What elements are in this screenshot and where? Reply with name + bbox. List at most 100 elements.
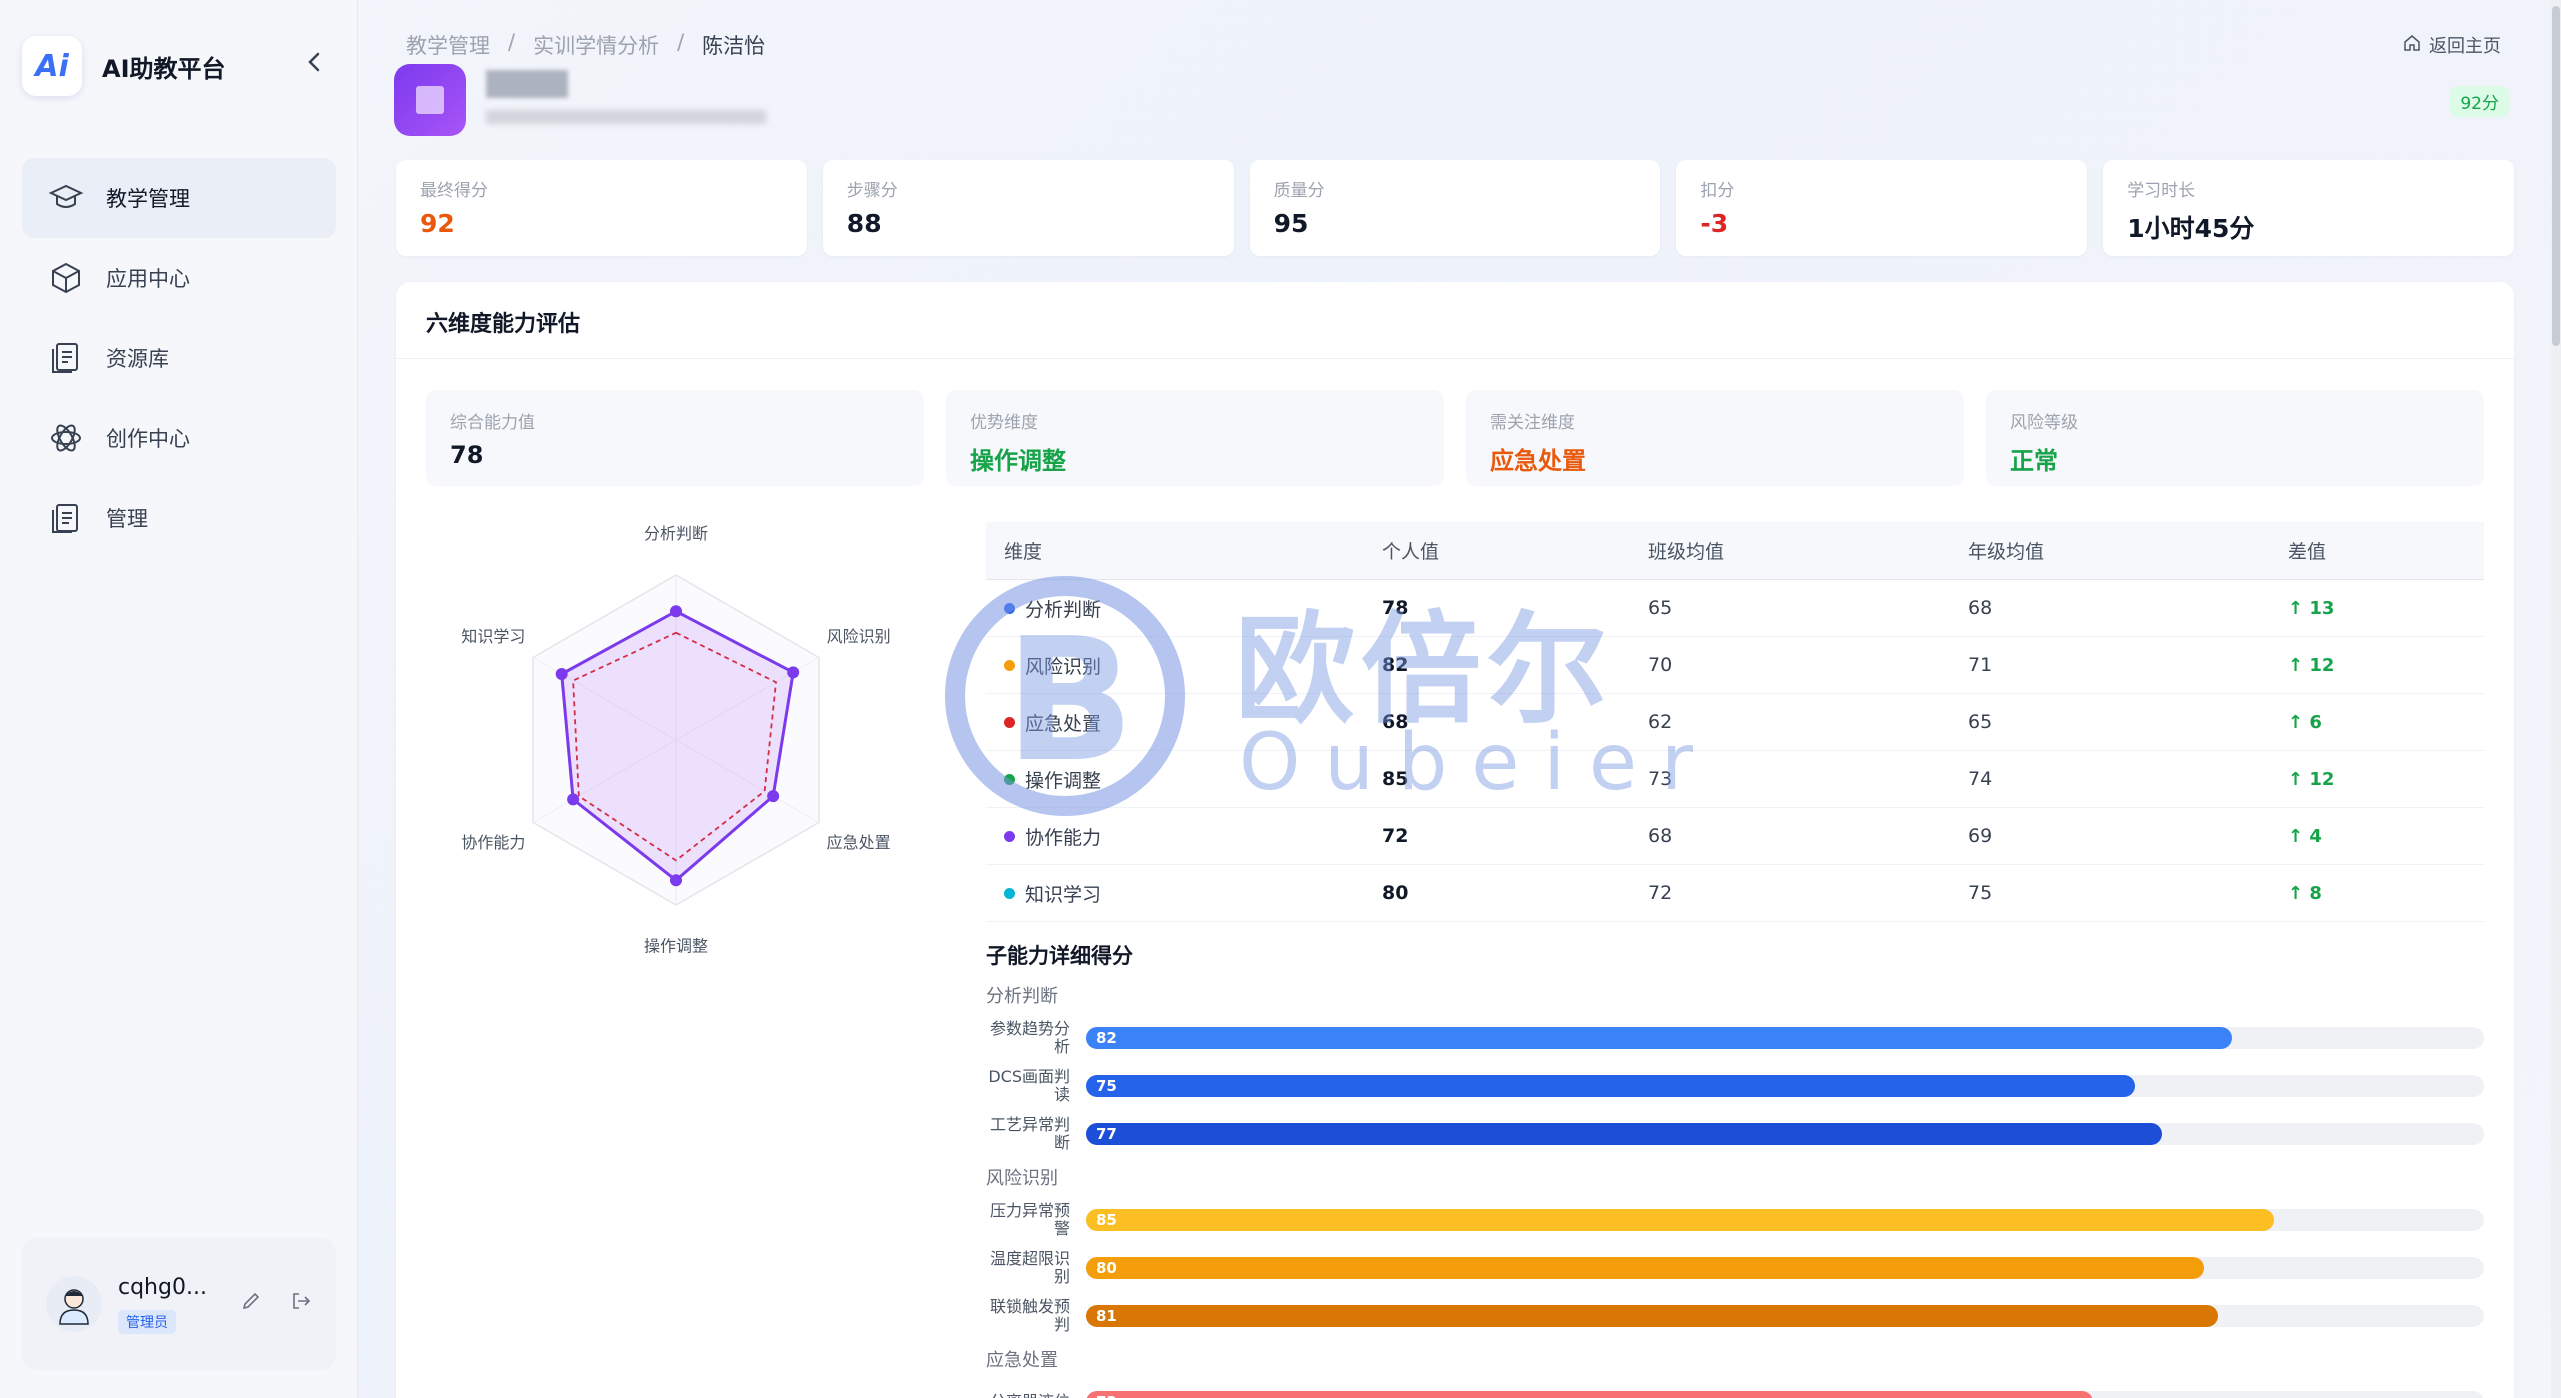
home-link[interactable]: 返回主页 xyxy=(2403,32,2501,58)
class-avg: 65 xyxy=(1648,597,1673,619)
table-row[interactable]: 知识学习 80 72 75 ↑ 8 xyxy=(986,865,2484,922)
column-header[interactable]: 个人值 xyxy=(1382,537,1648,564)
breadcrumb-item[interactable]: 实训学情分析 xyxy=(533,30,659,60)
sidebar-item-3[interactable]: 创作中心 xyxy=(22,398,336,478)
diff-value: ↑ 13 xyxy=(2288,597,2335,619)
class-avg: 70 xyxy=(1648,654,1673,676)
summary-label: 风险等级 xyxy=(2010,413,2078,433)
diff-value: ↑ 8 xyxy=(2288,882,2322,904)
sub-score-group: 应急处置 xyxy=(986,1350,1058,1371)
table-header: 维度 个人值 班级均值 年级均值 差值 xyxy=(986,522,2484,580)
summary-value: 78 xyxy=(450,441,484,469)
column-header[interactable]: 差值 xyxy=(2288,537,2484,564)
summary-value: 正常 xyxy=(2010,447,2058,475)
user-name: cqhg0... xyxy=(118,1274,207,1300)
bar-value: 85 xyxy=(1096,1211,1117,1229)
stat-card: 最终得分 92 xyxy=(396,160,807,256)
bar-fill[interactable]: 75 xyxy=(1086,1075,2135,1097)
summary-card: 需关注维度 应急处置 xyxy=(1466,390,1964,486)
breadcrumb-separator: / xyxy=(677,30,685,54)
bar-fill[interactable]: 72 xyxy=(1086,1391,2093,1398)
stat-card: 学习时长 1小时45分 xyxy=(2103,160,2514,256)
bar-fill[interactable]: 80 xyxy=(1086,1257,2205,1279)
avatar[interactable] xyxy=(46,1276,102,1332)
table-row[interactable]: 协作能力 72 68 69 ↑ 4 xyxy=(986,808,2484,865)
bar-track: 75 xyxy=(1086,1075,2484,1097)
radar-label: 应急处置 xyxy=(827,833,891,852)
radar-point[interactable] xyxy=(767,790,780,803)
sidebar-item-1[interactable]: 应用中心 xyxy=(22,238,336,318)
radar-point[interactable] xyxy=(670,605,682,618)
radar-chart: 分析判断风险识别应急处置操作调整 协作能力 知识学习 xyxy=(461,524,891,956)
radar-label: 操作调整 xyxy=(644,936,708,955)
dimension-name: 操作调整 xyxy=(1025,769,1102,792)
student-avatar xyxy=(394,64,466,136)
personal-value: 85 xyxy=(1382,768,1409,790)
table-row[interactable]: 风险识别 82 70 71 ↑ 12 xyxy=(986,637,2484,694)
scroll-thumb[interactable] xyxy=(2552,6,2560,346)
bar-track: 80 xyxy=(1086,1257,2484,1279)
bar-value: 72 xyxy=(1096,1393,1117,1398)
bar-fill[interactable]: 82 xyxy=(1086,1027,2233,1049)
bar-fill[interactable]: 81 xyxy=(1086,1305,2219,1327)
sidebar-item-2[interactable]: 资源库 xyxy=(22,318,336,398)
scrollbar[interactable] xyxy=(2551,0,2561,1398)
home-label: 返回主页 xyxy=(2429,36,2501,57)
summary-card: 综合能力值 78 xyxy=(426,390,924,486)
radar-point[interactable] xyxy=(670,874,682,887)
grade-avg: 75 xyxy=(1968,882,1993,904)
bar-value: 75 xyxy=(1096,1077,1117,1095)
dimension-cell: 协作能力 xyxy=(986,823,1382,850)
student-info-blurred xyxy=(486,110,766,124)
logout-icon[interactable] xyxy=(290,1290,312,1317)
sub-score-label: DCS画面判读 xyxy=(988,1067,1070,1104)
radar-point[interactable] xyxy=(555,668,568,680)
summary-cards: 综合能力值 78 优势维度 操作调整 需关注维度 应急处置 风险等级 正常 xyxy=(426,390,2484,486)
summary-label: 需关注维度 xyxy=(1490,413,1575,433)
radar-point[interactable] xyxy=(787,666,800,679)
grade-avg: 74 xyxy=(1968,768,1993,790)
bar-fill[interactable]: 85 xyxy=(1086,1209,2275,1231)
dimension-name: 分析判断 xyxy=(1025,598,1102,621)
grade-avg: 68 xyxy=(1968,597,1993,619)
bar-value: 80 xyxy=(1096,1259,1117,1277)
dimension-cell: 分析判断 xyxy=(986,595,1382,622)
dimension-name: 应急处置 xyxy=(1025,712,1102,735)
stat-label: 步骤分 xyxy=(846,181,898,201)
bar-value: 77 xyxy=(1096,1125,1117,1143)
radar-point[interactable] xyxy=(567,793,580,806)
radar-label: 分析判断 xyxy=(644,524,708,543)
ability-panel: 六维度能力评估 综合能力值 78 优势维度 操作调整 需关注维度 应急处置 风险等级 正常 分… xyxy=(396,282,2514,1398)
sub-score-row: 温度超限识别 80 xyxy=(986,1244,2484,1292)
sidebar: Ai AI助教平台 教学管理 应用中心 资源库 创作中心 管理 cqhg0... 管理员 xyxy=(0,0,358,1398)
summary-value: 应急处置 xyxy=(1490,447,1586,475)
column-header[interactable]: 年级均值 xyxy=(1968,537,2288,564)
stat-label: 质量分 xyxy=(1273,181,1325,201)
legend-dot xyxy=(1004,716,1015,728)
sidebar-item-label: 教学管理 xyxy=(106,187,190,211)
sub-score-row: 联锁触发预判 81 xyxy=(986,1292,2484,1340)
sub-score-row: 参数趋势分析 82 xyxy=(986,1014,2484,1062)
sub-score-label: 压力异常预警 xyxy=(989,1201,1070,1238)
sidebar-item-0[interactable]: 教学管理 xyxy=(22,158,336,238)
edit-icon[interactable] xyxy=(240,1290,262,1317)
table-row[interactable]: 操作调整 85 73 74 ↑ 12 xyxy=(986,751,2484,808)
sidebar-item-label: 创作中心 xyxy=(106,427,190,451)
app-logo: Ai xyxy=(22,36,82,96)
column-header[interactable]: 维度 xyxy=(986,537,1382,564)
atom-icon xyxy=(46,418,86,458)
breadcrumb-item[interactable]: 教学管理 xyxy=(406,30,490,60)
breadcrumb: 教学管理 / 实训学情分析 / 陈洁怡 xyxy=(406,30,765,60)
stat-value: 92 xyxy=(420,209,455,238)
column-header[interactable]: 班级均值 xyxy=(1648,537,1968,564)
brand: Ai AI助教平台 xyxy=(22,36,336,96)
bar-track: 77 xyxy=(1086,1123,2484,1145)
table-row[interactable]: 应急处置 68 62 65 ↑ 6 xyxy=(986,694,2484,751)
table-row[interactable]: 分析判断 78 65 68 ↑ 13 xyxy=(986,580,2484,637)
chevron-left-icon[interactable] xyxy=(300,50,330,80)
sub-score-row: 压力异常预警 85 xyxy=(986,1196,2484,1244)
graduation-cap-icon xyxy=(46,178,86,218)
sidebar-item-4[interactable]: 管理 xyxy=(22,478,336,558)
sidebar-item-label: 应用中心 xyxy=(106,267,190,291)
bar-fill[interactable]: 77 xyxy=(1086,1123,2163,1145)
